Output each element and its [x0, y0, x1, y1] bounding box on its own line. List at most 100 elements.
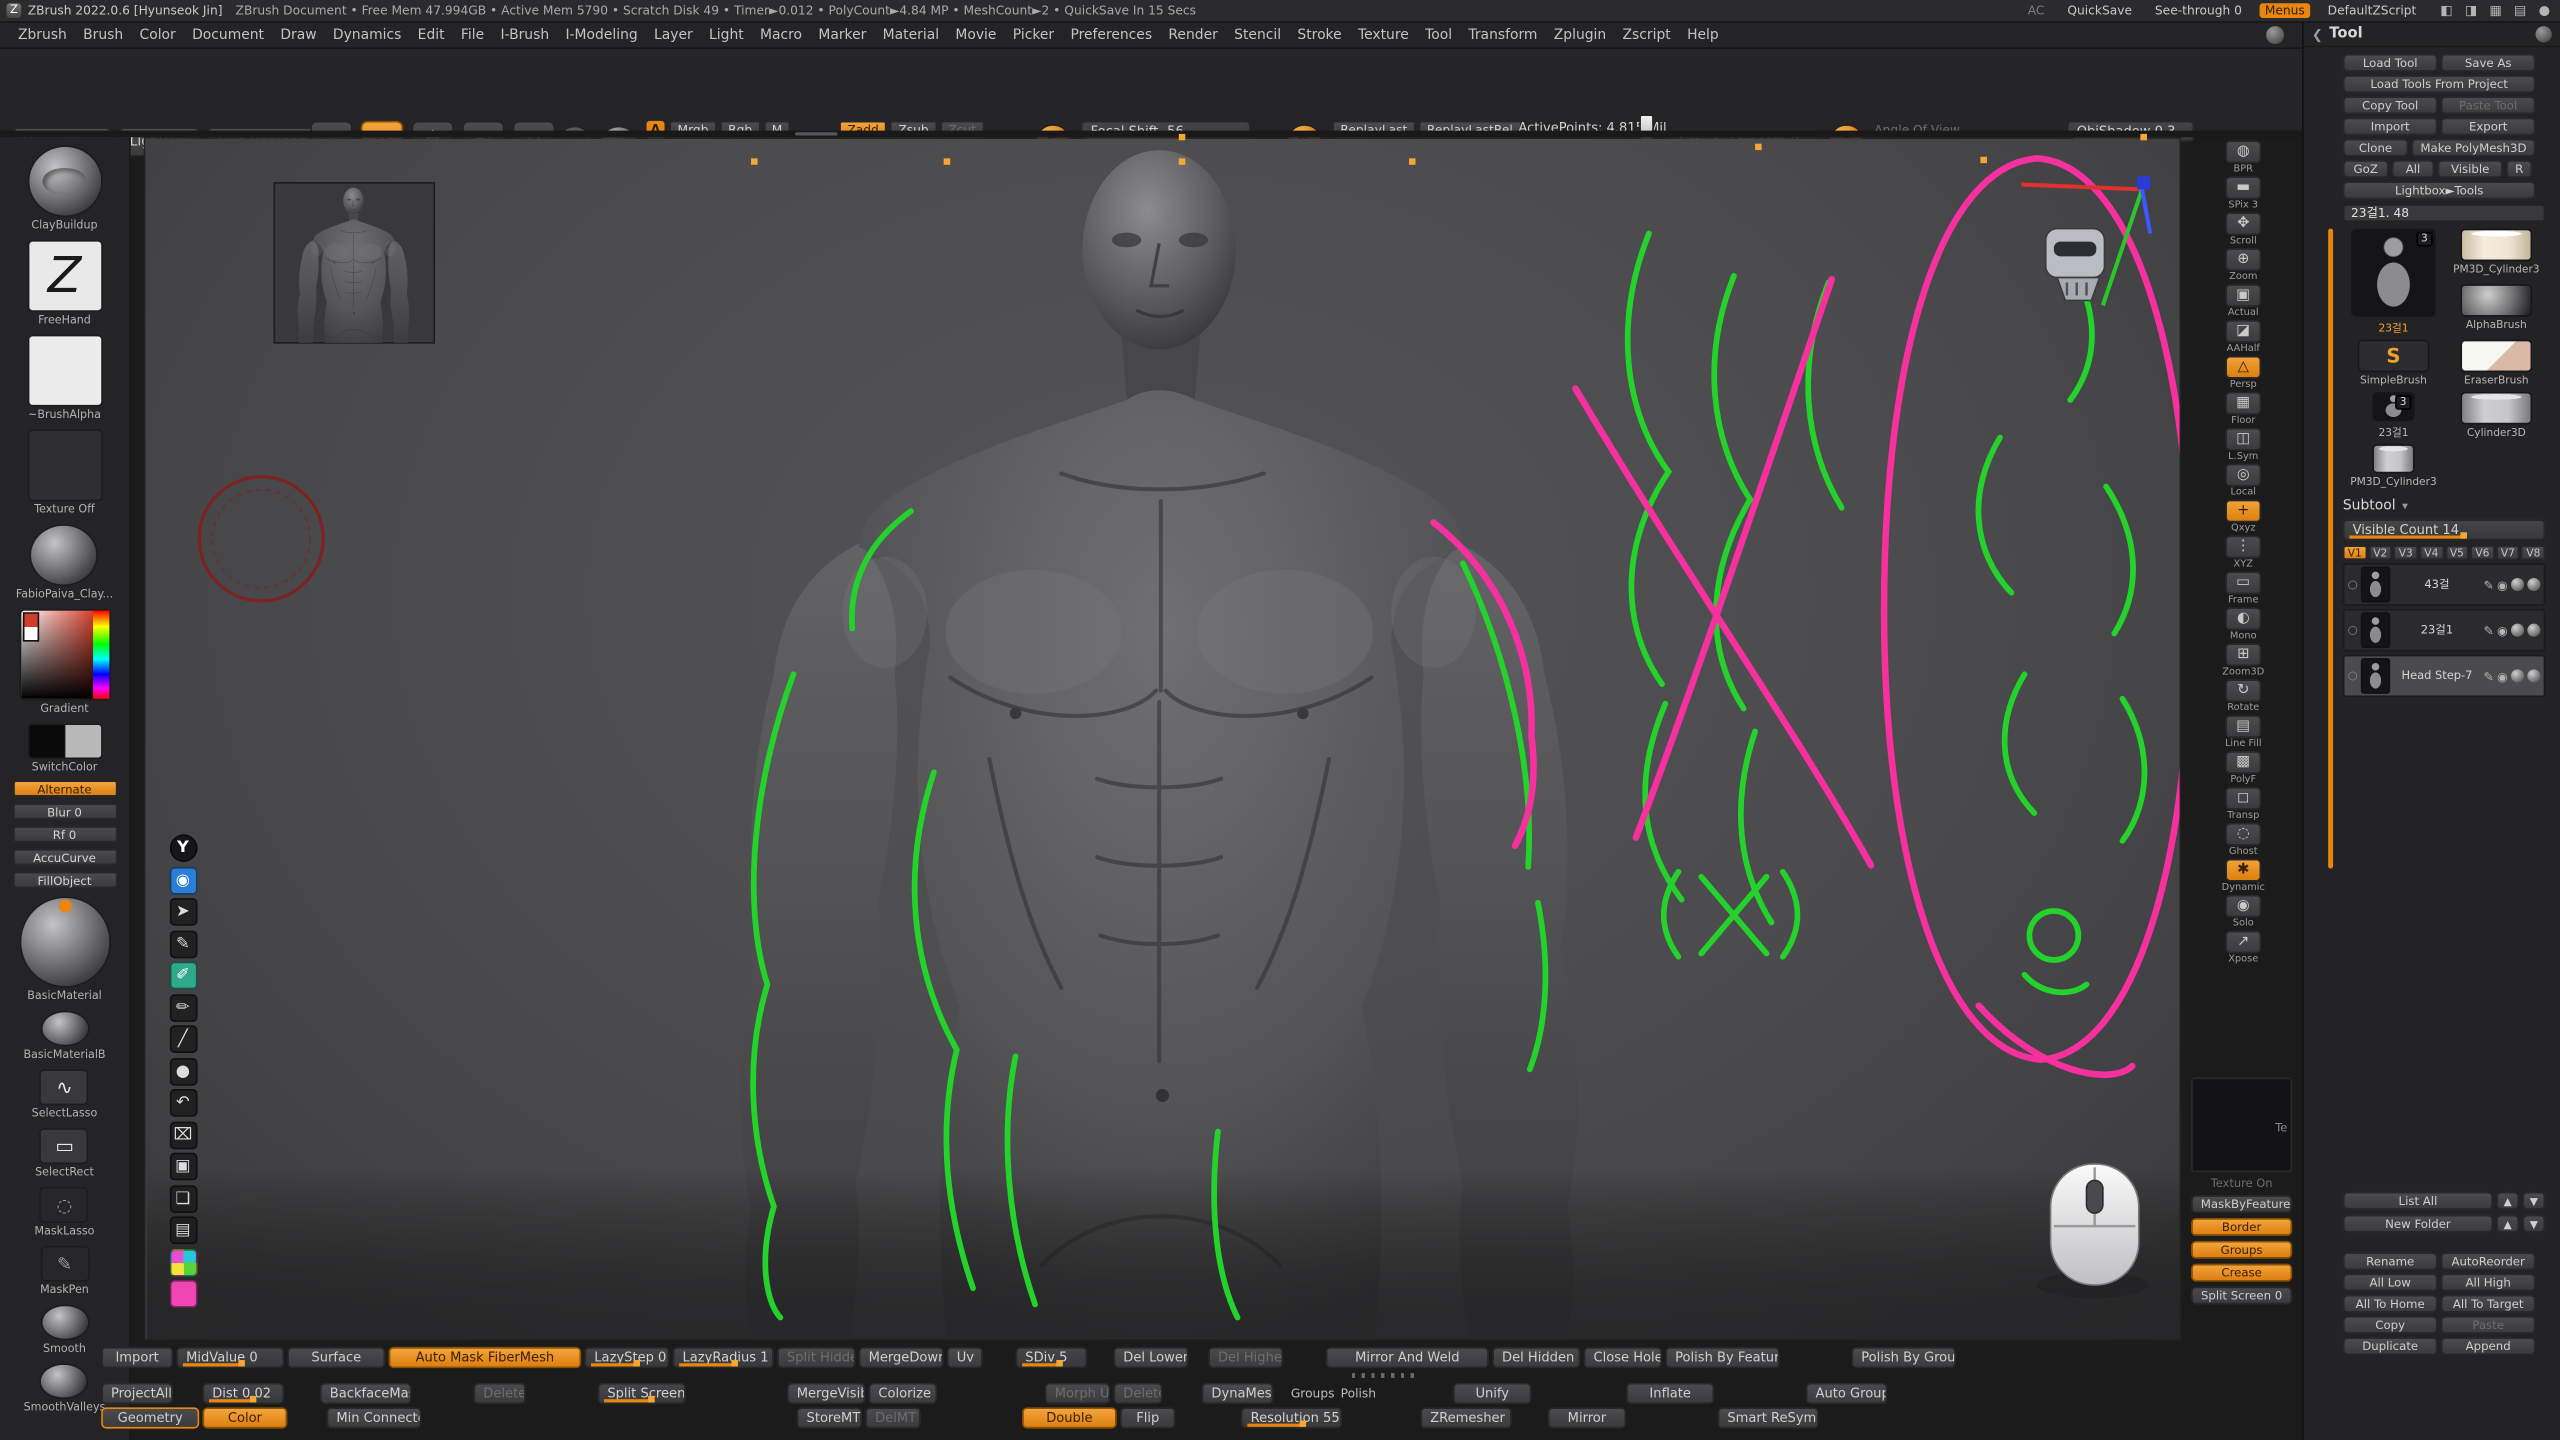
new-folder-button[interactable]: New Folder [2343, 1215, 2493, 1233]
bottom-bar-item[interactable]: StoreMT [797, 1407, 862, 1428]
bottom-bar-item[interactable]: Groups [1290, 1386, 1336, 1401]
bottom-bar-item[interactable]: ProjectAll [101, 1383, 173, 1404]
right-strip-button[interactable]: Border [2191, 1218, 2292, 1236]
menu-item[interactable]: Macro [752, 27, 810, 43]
polypaint-icon[interactable]: ✎ [2484, 623, 2494, 638]
subtool-action-button[interactable]: Rename [2343, 1252, 2438, 1270]
shader-ball-icon[interactable] [2527, 669, 2540, 682]
radio-icon[interactable]: ○ [2348, 624, 2358, 637]
subtool-view-tab[interactable]: V7 [2496, 545, 2520, 560]
tool-button[interactable]: Lightbox►Tools [2343, 181, 2536, 199]
tool-thumbnail[interactable]: 3 23걸1 [2343, 229, 2444, 335]
timeline-strip[interactable] [101, 1371, 2197, 1379]
bottom-bar-item[interactable]: Del Lower [1113, 1347, 1188, 1368]
tool-button[interactable]: Load Tools From Project [2343, 75, 2536, 93]
menu-item[interactable]: Light [701, 27, 752, 43]
window-layout-icon[interactable]: ● [2536, 3, 2554, 18]
shelf-button[interactable]: ⊕ Zoom [2219, 248, 2268, 282]
shader-ball-icon[interactable] [2511, 669, 2524, 682]
tool-button[interactable]: Save As [2441, 54, 2536, 72]
menu-item[interactable]: Edit [410, 27, 453, 43]
left-tray-item[interactable]: ✎ MaskPen [40, 1246, 89, 1297]
menu-item[interactable]: Layer [646, 27, 701, 43]
menu-item[interactable]: Movie [947, 27, 1004, 43]
bottom-bar-item[interactable]: Color [202, 1407, 287, 1428]
bottom-bar-item[interactable]: SDiv 5 [1016, 1347, 1088, 1368]
shelf-button[interactable]: ▤ Line Fill [2219, 715, 2268, 749]
left-tray-item[interactable]: Texture Off [27, 429, 102, 516]
palette-menu-icon[interactable] [2536, 26, 2552, 42]
subtool-action-button[interactable]: Duplicate [2343, 1337, 2438, 1355]
bottom-bar-item[interactable]: Split Hidden [777, 1347, 855, 1368]
subtool-view-tab[interactable]: V4 [2419, 545, 2443, 560]
annotation-tool-icon[interactable]: Y [169, 834, 197, 862]
tool-button[interactable]: Visible [2438, 160, 2503, 178]
left-tray-item[interactable]: Smooth [40, 1304, 89, 1355]
left-tray-item[interactable]: Rf 0 [12, 824, 116, 842]
collapse-icon[interactable]: ❮ [2312, 27, 2323, 42]
annotation-tool-icon[interactable]: ✎ [169, 930, 197, 958]
bottom-bar-item[interactable]: MergeVisible [787, 1383, 865, 1404]
left-tray-item[interactable]: FillObject [12, 870, 116, 888]
bottom-bar-item[interactable]: Mirror [1548, 1407, 1626, 1428]
subtool-action-button[interactable]: All Low [2343, 1273, 2438, 1291]
shelf-button[interactable]: ↻ Rotate [2219, 679, 2268, 713]
subtool-action-button[interactable]: Paste [2441, 1316, 2536, 1334]
bottom-bar-item[interactable]: Surface [287, 1347, 385, 1368]
window-layout-icon[interactable]: ◨ [2462, 3, 2480, 18]
document-canvas[interactable]: Y◉➤✎✐✏╱●↶⌧▣❏▤ [144, 137, 2182, 1340]
tray-scrollbar[interactable] [2328, 229, 2333, 869]
list-all-button[interactable]: List All [2343, 1192, 2493, 1210]
bottom-bar-item[interactable]: Resolution 552 [1241, 1407, 1342, 1428]
bottom-bar-item[interactable]: Polish By Features [1665, 1347, 1779, 1368]
shelf-button[interactable]: △ Persp [2219, 356, 2268, 390]
title-bar-toggle[interactable]: Menus [2260, 3, 2310, 18]
tool-button[interactable]: Paste Tool [2441, 96, 2536, 114]
shelf-button[interactable]: ◪ AAHalf [2219, 320, 2268, 354]
left-tray-item[interactable]: Alternate [12, 779, 116, 797]
menu-item[interactable]: Picker [1005, 27, 1063, 43]
shelf-button[interactable]: ⊞ Zoom3D [2219, 643, 2268, 677]
bottom-bar-item[interactable]: Dist 0.02 [202, 1383, 284, 1404]
right-strip-button[interactable]: Crease [2191, 1264, 2292, 1282]
menu-item[interactable]: Zplugin [1546, 27, 1615, 43]
tool-thumbnail[interactable]: Cylinder3D [2449, 392, 2544, 439]
tool-thumbnail[interactable]: PM3D_Cylinder3 [2343, 444, 2444, 488]
tool-button[interactable]: GoZ [2343, 160, 2389, 178]
left-tray-item[interactable]: AccuCurve [12, 847, 116, 865]
subtool-row[interactable]: ○ 23걸1 ✎ ◉ [2343, 609, 2545, 651]
annotation-tool-icon[interactable]: ✐ [169, 962, 197, 990]
annotation-tool-icon[interactable] [169, 1280, 197, 1308]
subtool-view-tab[interactable]: V2 [2368, 545, 2392, 560]
subtool-row[interactable]: ○ 43걸 ✎ ◉ [2343, 563, 2545, 605]
visible-count-slider[interactable]: Visible Count 14 [2343, 519, 2545, 540]
menu-item[interactable]: Material [875, 27, 948, 43]
shelf-button[interactable]: ✥ Scroll [2219, 212, 2268, 246]
shelf-button[interactable]: ◎ Local [2219, 464, 2268, 498]
bottom-bar-item[interactable]: Morph UV [1045, 1383, 1110, 1404]
bottom-bar-item[interactable]: Auto Mask FiberMesh [389, 1347, 582, 1368]
window-layout-icon[interactable]: ▦ [2487, 3, 2505, 18]
tool-button[interactable]: All [2392, 160, 2434, 178]
menu-item[interactable]: Tool [1417, 27, 1460, 43]
bottom-bar-item[interactable]: Auto Groups [1806, 1383, 1888, 1404]
annotation-tool-icon[interactable]: ╱ [169, 1025, 197, 1053]
move-up-icon[interactable]: ▲ [2496, 1192, 2519, 1210]
bottom-bar-item[interactable]: Smart ReSym [1718, 1407, 1819, 1428]
folder-down-icon[interactable]: ▼ [2522, 1215, 2545, 1233]
shader-ball-icon[interactable] [2527, 578, 2540, 591]
subtool-action-button[interactable]: All To Home [2343, 1295, 2438, 1313]
annotation-tool-icon[interactable] [169, 1248, 197, 1276]
bottom-bar-item[interactable]: Delete [1113, 1383, 1162, 1404]
bottom-bar-item[interactable]: Double [1022, 1407, 1117, 1428]
tool-button[interactable]: Make PolyMesh3D [2411, 139, 2535, 157]
menu-item[interactable]: Transform [1460, 27, 1545, 43]
subtool-view-tab[interactable]: V8 [2521, 545, 2545, 560]
texture-preview[interactable]: Te [2191, 1078, 2292, 1173]
subtool-action-button[interactable]: Append [2441, 1337, 2536, 1355]
annotation-tool-icon[interactable]: ❏ [169, 1184, 197, 1212]
polypaint-icon[interactable]: ✎ [2484, 669, 2494, 684]
bottom-bar-item[interactable]: DelMT [865, 1407, 921, 1428]
window-layout-icon[interactable]: ◧ [2438, 3, 2456, 18]
bottom-bar-item[interactable]: Del Hidden [1492, 1347, 1580, 1368]
